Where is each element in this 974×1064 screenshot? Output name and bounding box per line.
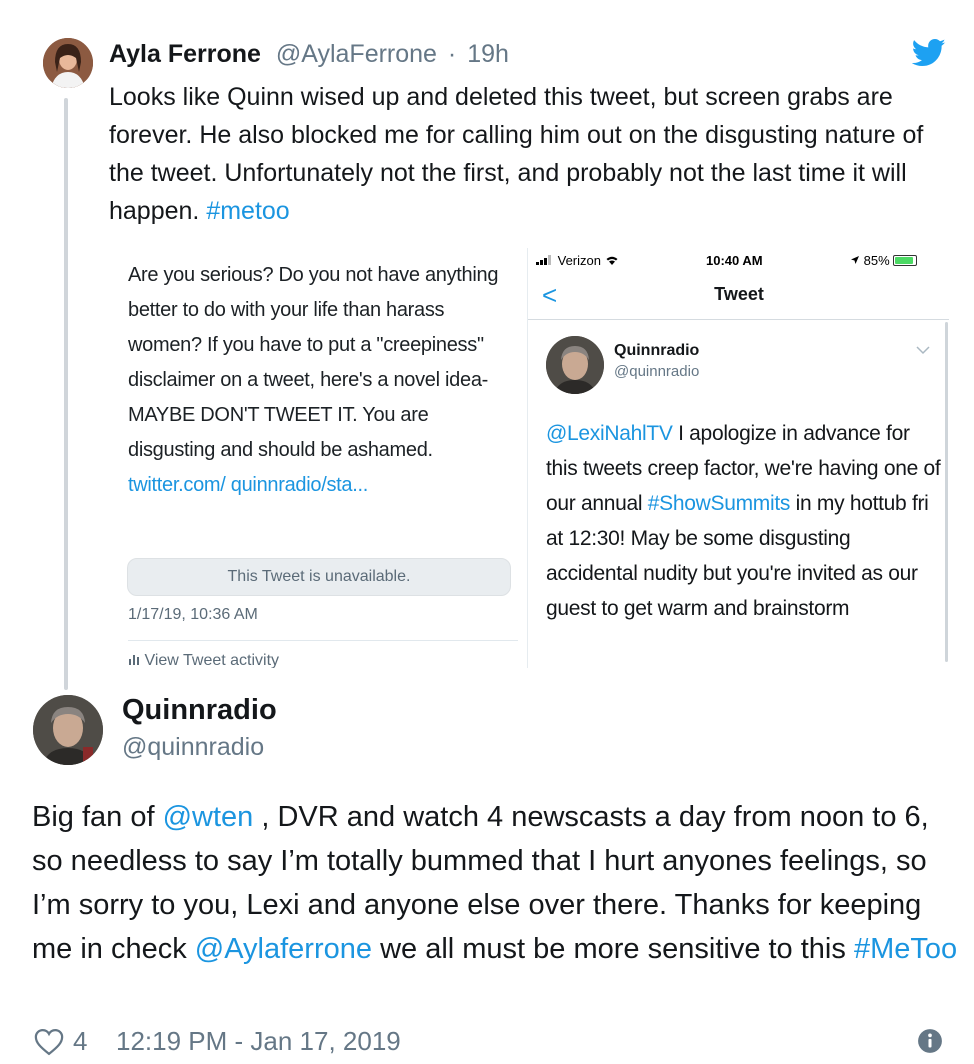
battery-indicator: 85%: [850, 253, 917, 268]
phone-status-bar: Verizon 10:40 AM 85%: [528, 248, 949, 274]
phone-nav-bar: < Tweet: [528, 278, 949, 320]
screengrab-left-text: Are you serious? Do you not have anythin…: [128, 258, 514, 503]
screengrab-right-image[interactable]: Verizon 10:40 AM 85% < Tweet Quinnradio …: [527, 248, 949, 668]
mention-link[interactable]: @wten: [163, 801, 254, 833]
avatar[interactable]: [43, 38, 93, 88]
tweet-header: Ayla Ferrone @AylaFerrone · 19h: [109, 39, 509, 69]
like-count[interactable]: 4: [73, 1026, 87, 1057]
thread-connector-line: [64, 98, 68, 690]
screengrab-left-link: twitter.com/ quinnradio/sta...: [128, 474, 369, 496]
tweet-text-part: Big fan of: [32, 801, 163, 833]
wifi-icon: [606, 256, 618, 265]
phone-clock: 10:40 AM: [706, 253, 763, 268]
phone-nav-title: Tweet: [714, 284, 764, 304]
tweet-timestamp[interactable]: 12:19 PM - Jan 17, 2019: [116, 1026, 401, 1057]
tweet-text-part: we all must be more sensitive to this: [372, 933, 854, 965]
hashtag-link[interactable]: #metoo: [206, 197, 289, 225]
tweet-footer: 4 12:19 PM - Jan 17, 2019: [32, 1022, 952, 1062]
location-arrow-icon: [851, 256, 859, 264]
battery-icon: [892, 255, 917, 266]
divider: [128, 640, 518, 641]
heart-icon[interactable]: [34, 1028, 64, 1056]
screengrab-author-name: Quinnradio: [614, 342, 700, 359]
tweet-text: Big fan of @wten , DVR and watch 4 newsc…: [32, 795, 962, 971]
author-handle[interactable]: @AylaFerrone: [276, 40, 437, 68]
tweet-text: Looks like Quinn wised up and deleted th…: [109, 78, 954, 230]
scroll-indicator: [945, 322, 948, 662]
hashtag-link: #ShowSummits: [647, 492, 791, 515]
carrier-indicator: Verizon: [536, 253, 619, 268]
mention-link: @LexiNahlTV: [546, 422, 673, 445]
author-handle[interactable]: @quinnradio: [122, 733, 264, 762]
screengrab-tweet-text: @LexiNahlTV I apologize in advance for t…: [546, 416, 946, 626]
battery-percent: 85%: [863, 253, 890, 268]
author-name[interactable]: Quinnradio: [122, 694, 277, 727]
carrier-name: Verizon: [557, 253, 601, 268]
avatar: [546, 336, 604, 394]
bar-chart-icon: [128, 652, 144, 668]
hashtag-link[interactable]: #MeToo: [854, 933, 957, 965]
mention-link[interactable]: @Aylaferrone: [195, 933, 372, 965]
signal-icon: [536, 255, 551, 265]
screengrab-author-handle: @quinnradio: [614, 363, 700, 380]
screengrab-left-image[interactable]: Are you serious? Do you not have anythin…: [108, 248, 518, 668]
twitter-bird-icon[interactable]: [912, 38, 946, 68]
tweet-activity-row: View Tweet activity: [128, 652, 279, 668]
chevron-down-icon: [916, 342, 930, 358]
info-icon[interactable]: [917, 1028, 943, 1054]
meta-separator: ·: [447, 40, 457, 68]
author-name[interactable]: Ayla Ferrone: [109, 40, 261, 68]
tweet-unavailable-notice: This Tweet is unavailable.: [127, 558, 511, 596]
tweet-time[interactable]: 19h: [467, 40, 509, 68]
tweet-activity-label: View Tweet activity: [144, 652, 280, 668]
screengrab-left-body: Are you serious? Do you not have anythin…: [128, 264, 499, 461]
screengrab-left-date: 1/17/19, 10:36 AM: [128, 606, 258, 623]
avatar[interactable]: [33, 695, 103, 765]
